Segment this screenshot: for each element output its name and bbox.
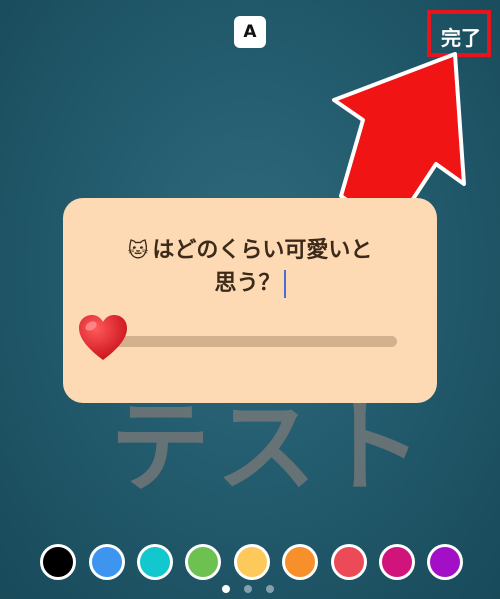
slider-track[interactable] (87, 336, 397, 347)
question-line-1: はどのくらい可愛いと (152, 238, 373, 263)
heart-icon[interactable] (77, 314, 129, 362)
color-swatch-yellow[interactable] (234, 544, 270, 580)
text-caret (283, 270, 286, 298)
color-swatch-green[interactable] (185, 544, 221, 580)
color-palette (36, 544, 466, 584)
page-dot-2[interactable] (244, 585, 252, 593)
cat-face-icon: 🐱 (127, 238, 149, 262)
color-swatch-orange[interactable] (282, 544, 318, 580)
color-swatch-red[interactable] (331, 544, 367, 580)
color-swatch-blue[interactable] (89, 544, 125, 580)
color-swatch-black[interactable] (40, 544, 76, 580)
sticker-question[interactable]: 🐱 はどのくらい可愛いと 思う？ (63, 234, 437, 300)
slider-sticker-card[interactable]: 🐱 はどのくらい可愛いと 思う？ (63, 198, 437, 403)
page-dot-3[interactable] (266, 585, 274, 593)
color-swatch-purple[interactable] (427, 544, 463, 580)
page-dot-1[interactable] (222, 585, 230, 593)
question-line-2: 思う？ (214, 271, 281, 296)
color-swatch-cyan[interactable] (137, 544, 173, 580)
color-swatch-magenta[interactable] (379, 544, 415, 580)
